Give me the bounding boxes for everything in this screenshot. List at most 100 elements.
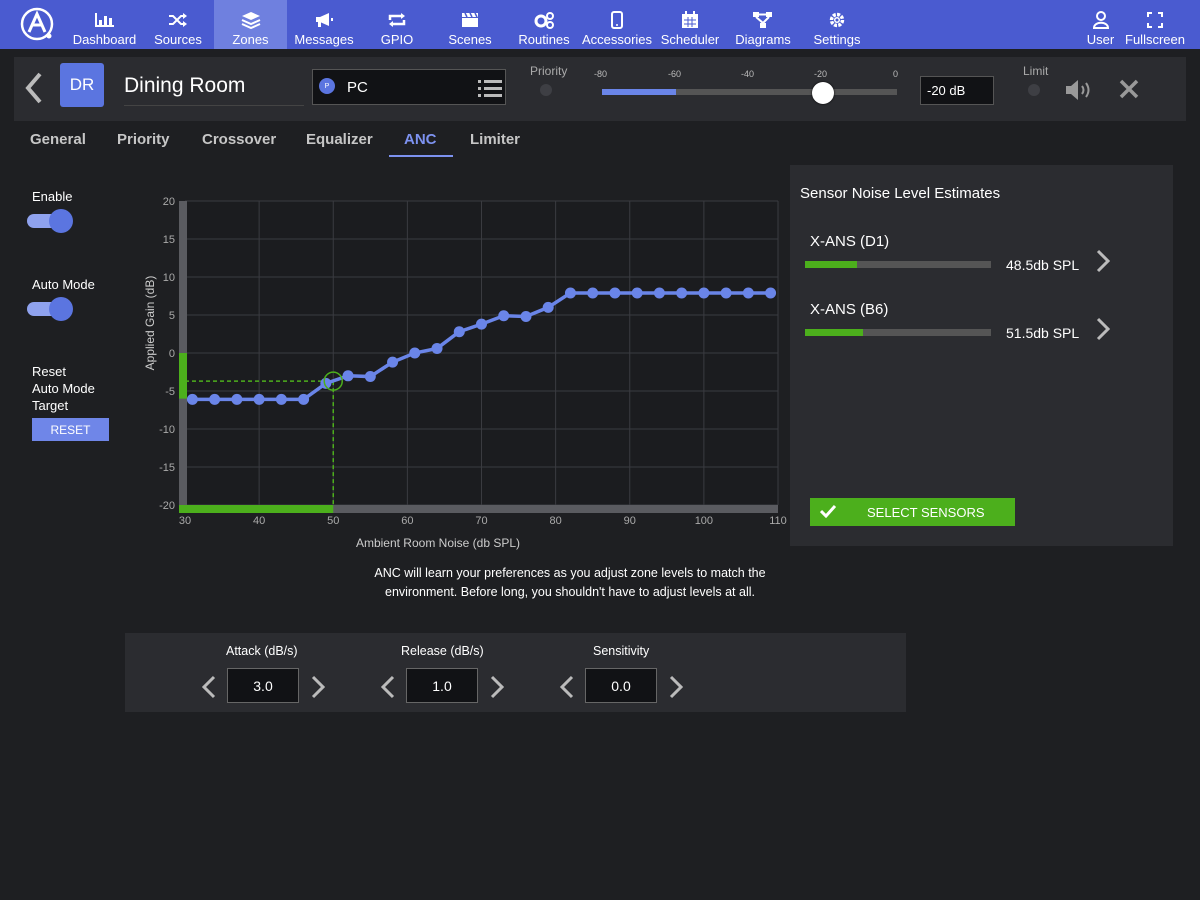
top-navigation-bar: Dashboard Sources Zones Messages GPIO Sc… [0,0,1200,49]
chevron-right-icon[interactable] [669,675,683,699]
y-tick-label: 10 [163,272,175,284]
attack-input[interactable]: 3.0 [227,668,299,703]
chevron-left-icon[interactable] [381,675,395,699]
gain-curve-point [520,311,532,323]
sensor-level-fill [805,329,863,336]
chevron-left-icon[interactable] [202,675,216,699]
volume-tick: -40 [741,69,755,79]
sensor-value: 51.5db SPL [1006,325,1080,341]
tab-limiter[interactable]: Limiter [470,131,520,148]
y-tick-label: 20 [163,196,175,208]
zone-avatar: DR [60,63,104,107]
nav-routines[interactable]: Routines [516,0,572,49]
nav-zones[interactable]: Zones [214,0,287,49]
auto-mode-label: Auto Mode [32,277,95,292]
volume-slider-track[interactable] [602,89,897,95]
gain-curve-point [653,287,665,299]
nav-dashboard[interactable]: Dashboard [67,0,142,49]
nav-settings[interactable]: Settings [810,0,864,49]
sensor-panel-title: Sensor Noise Level Estimates [800,185,1001,202]
sensor-value: 48.5db SPL [1006,257,1080,273]
sensitivity-input[interactable]: 0.0 [585,668,657,703]
y-tick-label: -5 [165,386,175,398]
chevron-right-icon[interactable] [1096,249,1110,273]
x-tick-label: 60 [401,515,413,527]
volume-slider-handle[interactable] [812,82,835,104]
phone-icon [611,9,623,31]
toggle-knob [49,209,73,233]
x-tick-label: 30 [179,515,191,527]
gain-curve-point [542,301,554,313]
auto-mode-toggle[interactable] [27,297,73,321]
calendar-icon [681,9,699,31]
checkmark-icon [820,504,836,518]
nav-label: Messages [294,32,354,47]
tab-general[interactable]: General [30,131,86,148]
back-chevron-icon[interactable] [22,71,46,105]
y-range-highlight [179,353,187,399]
active-tab-underline [389,155,453,157]
gain-curve-point [698,287,710,299]
gain-curve-point [275,393,287,405]
anc-gain-chart[interactable]: 30 40 50 60 70 80 90 100 11020151050-5-10-15-20 … [130,185,790,555]
close-icon[interactable] [1119,79,1139,99]
nav-scenes[interactable]: Scenes [444,0,496,49]
zone-name[interactable]: Dining Room [124,74,245,98]
gain-curve-point [676,287,688,299]
reset-button[interactable]: RESET [32,418,109,441]
zone-name-underline [124,105,304,106]
source-name: PC [347,79,368,96]
gain-curve-point [720,287,732,299]
gain-curve-point [298,393,310,405]
gain-curve-point [364,371,376,383]
chevron-right-icon[interactable] [1096,317,1110,341]
nav-gpio[interactable]: GPIO [372,0,422,49]
nav-user[interactable]: User [1083,0,1118,49]
sensitivity-label: Sensitivity [593,644,650,658]
gain-curve-point [431,342,443,354]
nav-label: Diagrams [735,32,791,47]
select-sensors-button[interactable]: SELECT SENSORS [810,498,1015,526]
dashboard-icon [94,9,116,31]
volume-input[interactable]: -20 dB [920,76,994,105]
volume-tick: -80 [594,69,608,79]
nav-diagrams[interactable]: Diagrams [733,0,793,49]
chevron-right-icon[interactable] [490,675,504,699]
gear-icon [828,9,846,31]
fullscreen-icon [1147,9,1163,31]
gain-curve-point [231,393,243,405]
reset-label-line: Reset [32,364,66,379]
gain-curve-point [387,356,399,368]
sensor-level-bar [805,261,991,268]
gain-curve-point [409,347,421,359]
reset-label: Reset Auto Mode Target [32,363,95,414]
volume-tick: -60 [668,69,682,79]
chevron-left-icon[interactable] [560,675,574,699]
gain-curve-point [631,287,643,299]
reset-label-line: Target [32,398,69,413]
logo-icon[interactable] [20,7,54,41]
nav-accessories[interactable]: Accessories [581,0,653,49]
nav-label: Sources [154,32,202,47]
nav-scheduler[interactable]: Scheduler [660,0,720,49]
nav-messages[interactable]: Messages [290,0,358,49]
y-tick-label: 0 [169,348,175,360]
reset-label-line: Auto Mode [32,381,95,396]
source-selector[interactable]: P PC [312,69,506,105]
tab-equalizer[interactable]: Equalizer [306,131,373,148]
user-icon [1092,9,1109,31]
megaphone-icon [314,9,334,31]
gain-curve-point [253,393,265,405]
nav-sources[interactable]: Sources [145,0,211,49]
nav-fullscreen[interactable]: Fullscreen [1124,0,1186,49]
release-input[interactable]: 1.0 [406,668,478,703]
enable-toggle[interactable] [27,209,73,233]
list-icon[interactable] [478,77,502,99]
tab-crossover[interactable]: Crossover [202,131,276,148]
gain-curve-point [498,310,510,322]
chevron-right-icon[interactable] [311,675,325,699]
speaker-icon[interactable] [1064,79,1094,101]
tab-anc[interactable]: ANC [404,131,437,148]
x-tick-label: 80 [550,515,562,527]
tab-priority[interactable]: Priority [117,131,170,148]
